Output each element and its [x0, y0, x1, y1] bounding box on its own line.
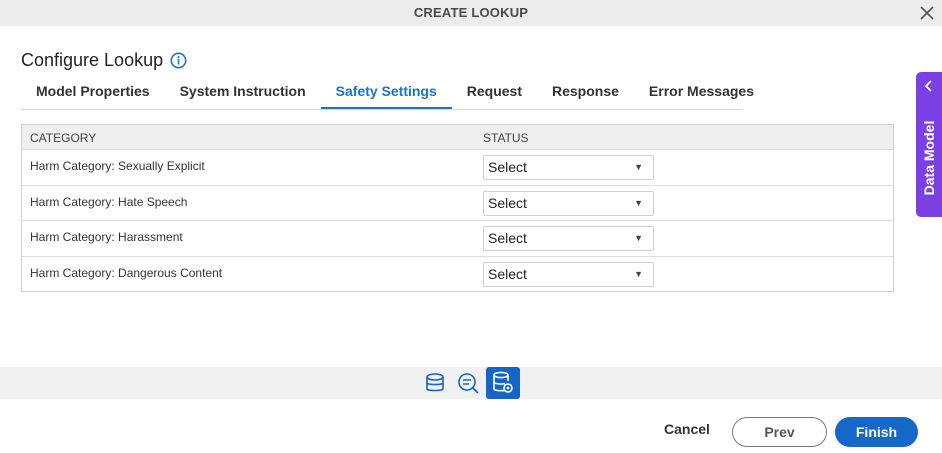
status-select-value: Select — [488, 265, 527, 282]
data-model-panel-toggle[interactable]: Data Model — [916, 72, 942, 217]
status-select-value: Select — [488, 230, 527, 246]
category-label: Harm Category: Sexually Explicit — [30, 159, 205, 173]
category-label: Harm Category: Harassment — [30, 230, 183, 244]
tab-system-instruction[interactable]: System Instruction — [165, 79, 321, 108]
bottom-toolbar — [0, 367, 942, 399]
page-title-text: Configure Lookup — [21, 50, 164, 70]
search-comment-icon[interactable] — [455, 370, 481, 396]
database-settings-button[interactable] — [486, 367, 520, 399]
table-header: CATEGORY STATUS — [22, 125, 893, 149]
tab-safety-settings[interactable]: Safety Settings — [320, 79, 452, 109]
tab-response[interactable]: Response — [537, 79, 634, 108]
close-icon[interactable] — [916, 2, 938, 24]
category-label: Harm Category: Hate Speech — [30, 194, 188, 209]
page-title: Configure Lookup — [21, 50, 187, 71]
status-select[interactable]: Select ▼ — [483, 155, 654, 180]
data-model-label: Data Model — [921, 120, 937, 196]
dialog-title: CREATE LOOKUP — [413, 5, 529, 20]
tab-model-properties[interactable]: Model Properties — [21, 79, 165, 108]
table-row: Harm Category: Dangerous Content Select … — [22, 255, 893, 292]
table-row: Harm Category: Sexually Explicit Select … — [22, 149, 893, 185]
status-select[interactable]: Select ▼ — [483, 190, 654, 216]
tab-request[interactable]: Request — [452, 79, 537, 108]
tab-error-messages[interactable]: Error Messages — [634, 79, 769, 108]
info-icon[interactable] — [170, 52, 187, 69]
category-label: Harm Category: Dangerous Content — [30, 265, 223, 280]
column-header-category: CATEGORY — [30, 131, 97, 145]
database-icon[interactable] — [422, 370, 448, 396]
finish-button[interactable]: Finish — [835, 417, 918, 447]
dropdown-arrow-icon: ▼ — [634, 268, 643, 279]
chevron-left-icon — [924, 80, 932, 92]
status-select[interactable]: Select ▼ — [483, 261, 654, 287]
cancel-button[interactable]: Cancel — [664, 421, 710, 437]
column-header-status: STATUS — [483, 131, 529, 145]
table-row: Harm Category: Hate Speech Select ▼ — [22, 184, 893, 221]
safety-settings-table: CATEGORY STATUS Harm Category: Sexually … — [21, 124, 894, 292]
prev-button[interactable]: Prev — [732, 417, 827, 447]
dropdown-arrow-icon: ▼ — [634, 197, 643, 208]
dialog-titlebar: CREATE LOOKUP — [0, 0, 942, 26]
status-select-value: Select — [488, 194, 527, 211]
table-row: Harm Category: Harassment Select ▼ — [22, 220, 893, 256]
database-settings-icon — [493, 371, 513, 393]
dropdown-arrow-icon: ▼ — [634, 233, 643, 243]
dropdown-arrow-icon: ▼ — [634, 162, 643, 172]
status-select[interactable]: Select ▼ — [483, 226, 654, 251]
status-select-value: Select — [488, 159, 527, 175]
tab-bar: Model Properties System Instruction Safe… — [21, 79, 754, 110]
